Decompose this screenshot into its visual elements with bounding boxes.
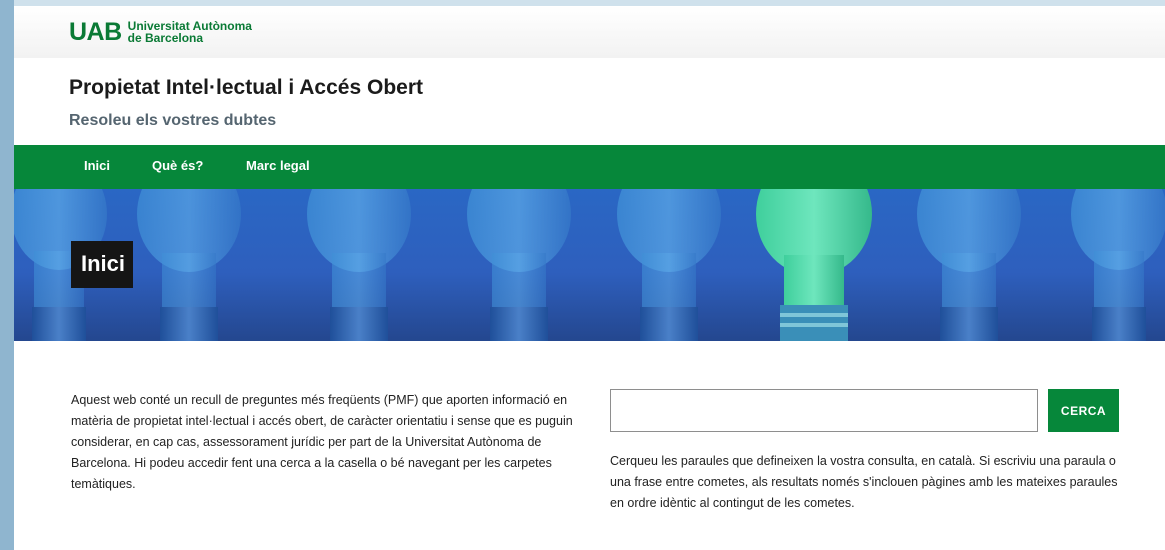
bulb-8-icon [1071, 189, 1165, 341]
bulb-3-icon [307, 189, 411, 341]
site-title[interactable]: Propietat Intel·lectual i Accés Obert [69, 76, 423, 100]
main-nav: Inici Què és? Marc legal [14, 145, 1165, 189]
intro-text: Aquest web conté un recull de preguntes … [71, 393, 573, 491]
nav-item-inici[interactable]: Inici [84, 158, 110, 173]
lightbulbs-illustration [14, 189, 1165, 341]
nav-item-que-es[interactable]: Què és? [152, 158, 203, 173]
lit-bulb-icon [756, 189, 872, 341]
uab-logo[interactable]: UAB Universitat Autònoma de Barcelona [69, 18, 252, 46]
bulb-4-icon [467, 189, 571, 341]
search-help-text: Cerqueu les paraules que defineixen la v… [610, 454, 1118, 510]
top-bar: UAB Universitat Autònoma de Barcelona [14, 6, 1165, 58]
bulb-5-icon [617, 189, 721, 341]
hero-title: Inici [71, 241, 134, 288]
page: UAB Universitat Autònoma de Barcelona Pr… [14, 6, 1165, 550]
logo-line-2: de Barcelona [127, 31, 204, 45]
nav-item-marc-legal[interactable]: Marc legal [246, 158, 310, 173]
logo-mark: UAB [69, 18, 122, 46]
site-subtitle: Resoleu els vostres dubtes [69, 112, 277, 129]
window-frame-left [0, 0, 14, 550]
search-input[interactable] [610, 389, 1038, 432]
logo-text: Universitat Autònoma de Barcelona [128, 20, 252, 44]
bulb-7-icon [917, 189, 1021, 341]
search-button[interactable]: CERCA [1048, 389, 1119, 432]
hero-banner: Inici [14, 189, 1165, 341]
bulb-2-icon [137, 189, 241, 341]
